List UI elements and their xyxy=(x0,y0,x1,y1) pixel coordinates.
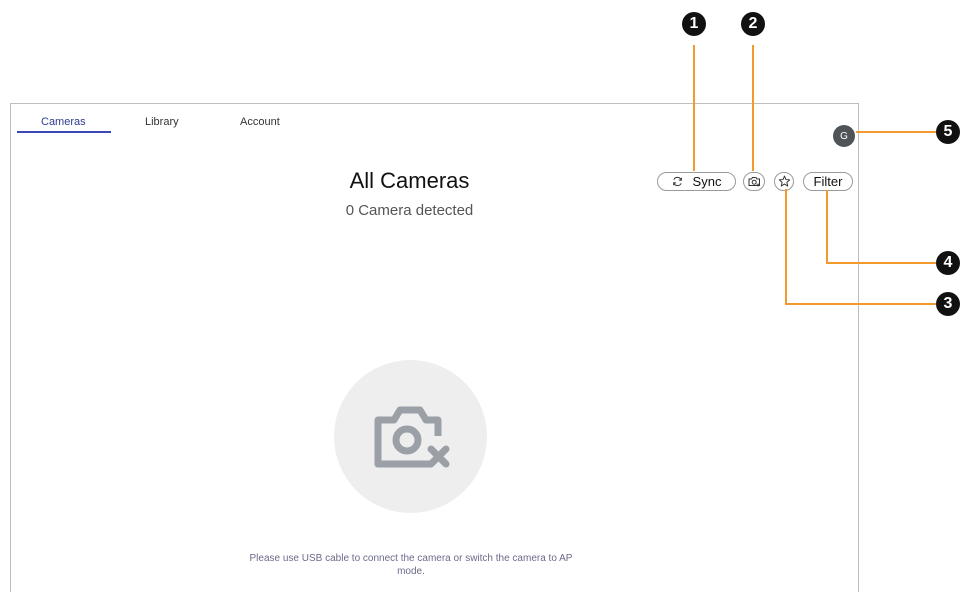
filter-button[interactable]: Filter xyxy=(803,172,853,191)
callout-5-line xyxy=(856,131,936,133)
callout-badge-5: 5 xyxy=(936,120,960,144)
active-tab-indicator xyxy=(17,131,111,133)
camera-add-button[interactable] xyxy=(743,172,765,191)
callout-2-line xyxy=(752,45,754,171)
callout-3-line-h xyxy=(785,303,936,305)
empty-state-message: Please use USB cable to connect the came… xyxy=(249,553,573,577)
tab-account[interactable]: Account xyxy=(240,116,280,128)
callout-4-line-v xyxy=(826,190,828,264)
app-window: Cameras Library Account G All Cameras 0 … xyxy=(10,103,859,592)
camera-add-icon xyxy=(748,177,760,187)
star-icon xyxy=(778,175,790,187)
callout-badge-4: 4 xyxy=(936,251,960,275)
callout-badge-2: 2 xyxy=(741,12,765,36)
favorite-button[interactable] xyxy=(774,172,794,191)
tab-cameras[interactable]: Cameras xyxy=(41,116,86,128)
callout-3-line-v xyxy=(785,189,787,305)
avatar[interactable]: G xyxy=(833,125,855,147)
camera-count-subtitle: 0 Camera detected xyxy=(345,202,474,219)
screen: Cameras Library Account G All Cameras 0 … xyxy=(0,0,969,592)
filter-label: Filter xyxy=(813,174,843,189)
camera-off-icon xyxy=(374,406,449,467)
refresh-icon xyxy=(672,176,682,187)
avatar-initial: G xyxy=(840,130,848,142)
callout-badge-1: 1 xyxy=(682,12,706,36)
callout-4-line-h xyxy=(826,262,936,264)
empty-state-illustration xyxy=(334,360,487,513)
tab-library[interactable]: Library xyxy=(145,116,179,128)
callout-badge-3: 3 xyxy=(936,292,960,316)
callout-1-line xyxy=(693,45,695,171)
sync-label: Sync xyxy=(692,174,722,189)
sync-button[interactable]: Sync xyxy=(657,172,736,191)
